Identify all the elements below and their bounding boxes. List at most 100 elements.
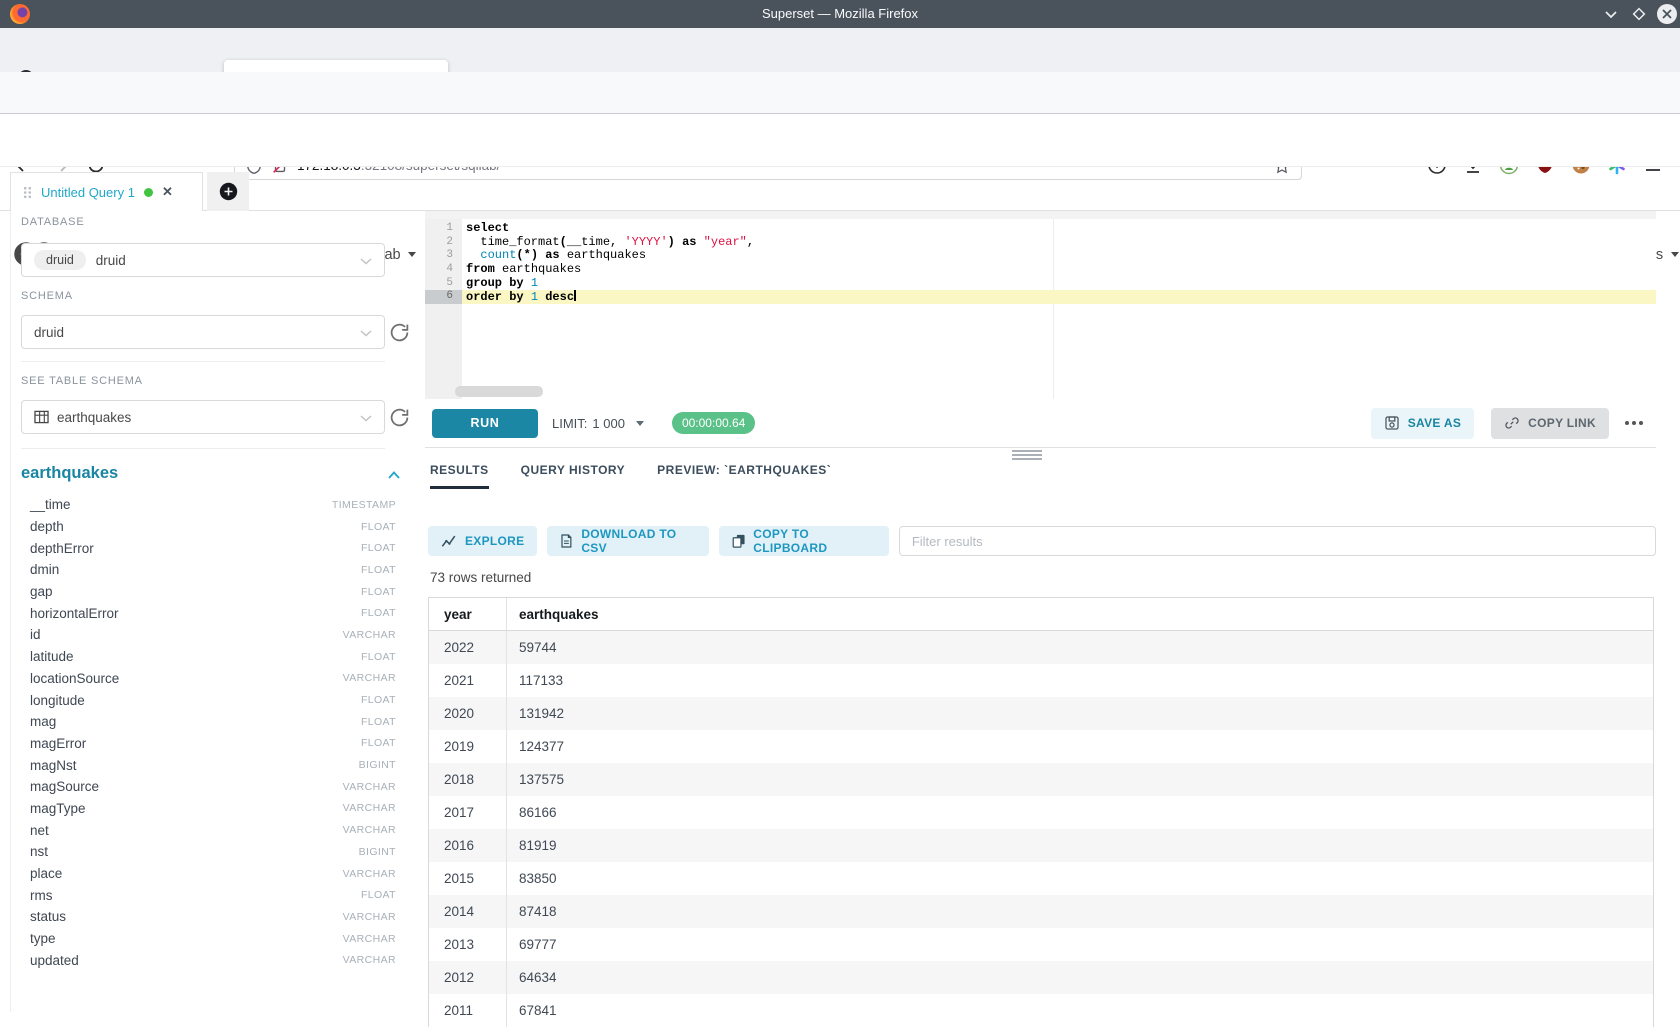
line-chart-icon [441, 534, 457, 548]
query-status-dot [144, 188, 153, 197]
column-name: status [30, 909, 66, 924]
column-name: latitude [30, 649, 74, 664]
schema-value: druid [34, 325, 64, 340]
collapse-chevron-up-icon[interactable] [388, 471, 400, 479]
column-type: VARCHAR [343, 629, 396, 641]
cell-year: 2014 [429, 895, 507, 928]
cell-year: 2020 [429, 697, 507, 730]
column-name: type [30, 931, 56, 946]
column-type: FLOAT [361, 716, 396, 728]
database-value: druid [96, 253, 126, 268]
editor-line[interactable]: 2 time_format(__time, 'YYYY') as "year", [425, 236, 1656, 250]
results-column-header[interactable]: earthquakes [507, 598, 1654, 631]
table-row: 2021117133 [429, 664, 1654, 697]
table-icon [34, 410, 49, 424]
column-name: updated [30, 953, 79, 968]
cell-earthquakes: 86166 [507, 796, 1654, 829]
plus-circle-icon [219, 182, 238, 201]
column-type: BIGINT [359, 759, 396, 771]
cell-year: 2011 [429, 994, 507, 1027]
tab-query-history[interactable]: QUERY HISTORY [521, 463, 626, 489]
column-name: net [30, 823, 49, 838]
more-options-icon[interactable] [1621, 421, 1647, 425]
column-type: BIGINT [359, 846, 396, 858]
cell-year: 2015 [429, 862, 507, 895]
line-code: time_format(__time, 'YYYY') as "year", [462, 236, 1656, 250]
editor-line[interactable]: 4 from earthquakes [425, 263, 1656, 277]
tab-results[interactable]: RESULTS [430, 463, 489, 489]
refresh-table-icon[interactable] [389, 407, 410, 428]
database-label: DATABASE [21, 216, 84, 228]
cell-year: 2012 [429, 961, 507, 994]
editor-line[interactable]: 3 count(*) as earthquakes [425, 249, 1656, 263]
download-to-csv-button[interactable]: DOWNLOAD TO CSV [547, 526, 708, 556]
cell-year: 2017 [429, 796, 507, 829]
editor-line[interactable]: 6 order by 1 desc [425, 290, 1656, 304]
column-type: FLOAT [361, 564, 396, 576]
table-column-row: id VARCHAR [30, 624, 396, 646]
line-code: order by 1 desc [462, 290, 1656, 304]
cell-earthquakes: 131942 [507, 697, 1654, 730]
run-button[interactable]: RUN [432, 409, 538, 438]
table-schema-label: SEE TABLE SCHEMA [21, 375, 143, 387]
chevron-down-icon [408, 252, 416, 257]
table-row: 2020131942 [429, 697, 1654, 730]
column-type: FLOAT [361, 651, 396, 663]
copy-to-clipboard-button[interactable]: COPY TO CLIPBOARD [719, 526, 889, 556]
divider [21, 448, 385, 449]
sql-editor[interactable]: 1 select 2 time_format(__time, 'YYYY') a… [425, 219, 1656, 399]
window-maximize-icon[interactable] [1630, 5, 1648, 23]
line-number: 2 [425, 236, 462, 250]
window-minimize-icon[interactable] [1602, 5, 1620, 23]
cell-year: 2021 [429, 664, 507, 697]
filter-results-input[interactable] [899, 526, 1656, 556]
table-schema-title[interactable]: earthquakes [21, 464, 118, 483]
column-name: horizontalError [30, 606, 119, 621]
drag-dots-icon[interactable] [23, 186, 32, 199]
results-toolbar: EXPLORE DOWNLOAD TO CSV COPY TO CLIPBOAR… [428, 526, 1656, 556]
column-type: VARCHAR [343, 672, 396, 684]
refresh-schema-icon[interactable] [389, 322, 410, 343]
add-query-tab-button[interactable] [207, 172, 249, 211]
line-code: group by 1 [462, 277, 1656, 291]
limit-label: LIMIT: [552, 416, 587, 431]
line-number: 4 [425, 263, 462, 277]
cell-year: 2016 [429, 829, 507, 862]
window-close-icon[interactable] [1656, 3, 1678, 25]
column-name: magNst [30, 758, 77, 773]
table-select[interactable]: earthquakes [21, 400, 385, 434]
limit-value: 1 000 [592, 416, 625, 431]
explore-button[interactable]: EXPLORE [428, 526, 537, 556]
tab-preview-earthquakes[interactable]: PREVIEW: `EARTHQUAKES` [657, 463, 831, 489]
results-column-header[interactable]: year [429, 598, 507, 631]
schema-select[interactable]: druid [21, 315, 385, 349]
editor-hscrollbar[interactable] [455, 386, 543, 397]
table-column-row: updated VARCHAR [30, 949, 396, 971]
column-name: dmin [30, 562, 59, 577]
cell-earthquakes: 69777 [507, 928, 1654, 961]
save-as-button[interactable]: SAVE AS [1371, 408, 1474, 439]
sql-editor-lines: 1 select 2 time_format(__time, 'YYYY') a… [425, 222, 1656, 304]
divider [21, 361, 385, 362]
editor-line[interactable]: 5 group by 1 [425, 277, 1656, 291]
file-icon [560, 533, 573, 549]
column-type: TIMESTAMP [332, 499, 396, 511]
table-column-row: place VARCHAR [30, 863, 396, 885]
editor-line[interactable]: 1 select [425, 222, 1656, 236]
column-type: VARCHAR [343, 802, 396, 814]
query-tab-untitled-query-1[interactable]: Untitled Query 1 ✕ [10, 172, 203, 211]
table-row: 201487418 [429, 895, 1654, 928]
line-code: from earthquakes [462, 263, 1656, 277]
line-number: 5 [425, 277, 462, 291]
copy-link-button[interactable]: COPY LINK [1491, 408, 1609, 439]
line-code: select [462, 222, 1656, 236]
limit-dropdown[interactable]: LIMIT: 1 000 [552, 416, 644, 431]
editor-top-strip [425, 211, 1656, 219]
table-row: 2018137575 [429, 763, 1654, 796]
database-select[interactable]: druid druid [21, 243, 385, 277]
results-table-body: 2022597442021117133202013194220191243772… [429, 631, 1654, 1027]
column-name: mag [30, 714, 56, 729]
cell-year: 2018 [429, 763, 507, 796]
close-query-tab-icon[interactable]: ✕ [162, 184, 173, 200]
rows-returned-status: 73 rows returned [430, 570, 531, 585]
